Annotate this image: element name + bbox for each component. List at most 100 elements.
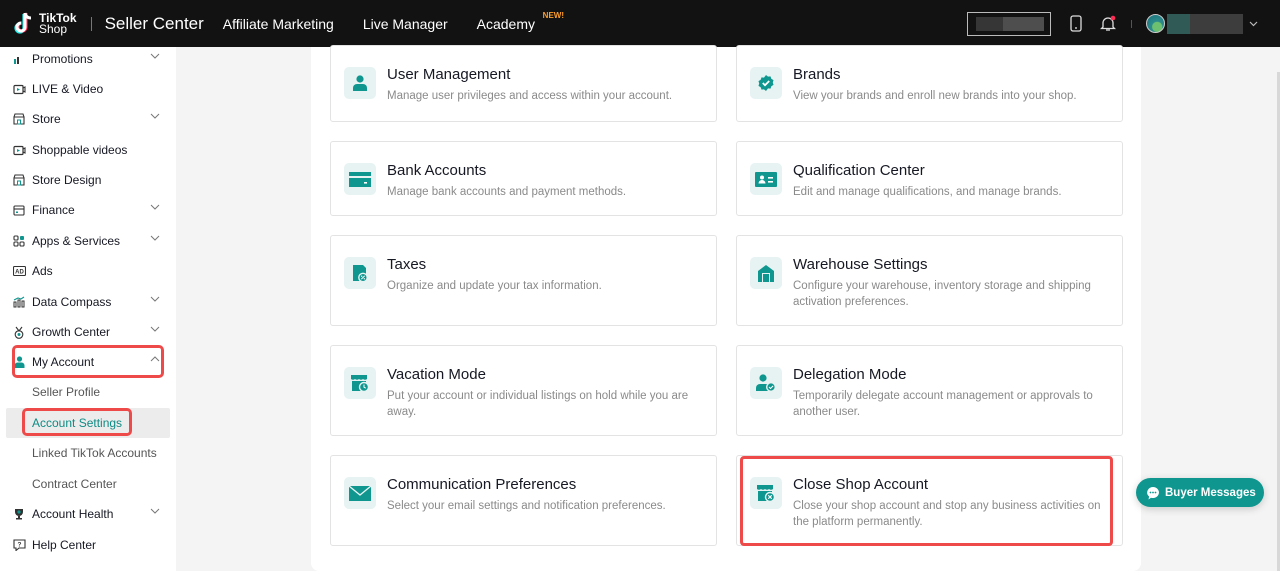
app-title[interactable]: Seller Center [105, 14, 204, 34]
envelope-icon [344, 477, 376, 509]
sidebar-item-shoppable-videos[interactable]: Shoppable videos [0, 135, 176, 165]
card-description: Put your account or individual listings … [387, 390, 689, 418]
sidebar-item-finance[interactable]: Finance [0, 195, 176, 225]
medal-icon [12, 325, 26, 339]
sidebar-item-label: Promotions [32, 52, 93, 66]
video-icon [12, 82, 26, 96]
card-title: Qualification Center [793, 162, 925, 179]
card-bank-accounts[interactable]: Bank Accounts Manage bank accounts and p… [330, 141, 717, 216]
sidebar-item-live-video[interactable]: LIVE & Video [0, 74, 176, 104]
svg-text:AD: AD [15, 270, 24, 276]
card-user-management[interactable]: User Management Manage user privileges a… [330, 45, 717, 122]
sidebar-item-data-compass[interactable]: Data Compass [0, 287, 176, 317]
sidebar-subitem-contract-center[interactable]: Contract Center [6, 469, 170, 499]
chevron-down-icon [150, 113, 160, 119]
buyer-messages-label: Buyer Messages [1165, 486, 1256, 499]
sidebar-item-label: Growth Center [32, 325, 111, 339]
tiktok-shop-logo[interactable]: TikTok Shop [12, 0, 77, 47]
new-badge: NEW! [542, 10, 564, 20]
sidebar-item-label: LIVE & Video [32, 82, 104, 96]
sidebar-item-store-design[interactable]: Store Design [0, 165, 176, 195]
store-close-icon [750, 477, 782, 509]
user-icon [12, 355, 26, 369]
sidebar-item-help-center[interactable]: ? Help Center [0, 530, 176, 560]
account-settings-panel: User Management Manage user privileges a… [311, 45, 1141, 571]
card-delegation-mode[interactable]: Delegation Mode Temporarily delegate acc… [736, 345, 1123, 436]
sidebar: Promotions LIVE & Video Store Shoppable … [0, 47, 176, 571]
sidebar-item-label: My Account [32, 355, 95, 369]
chat-bubble-icon [1146, 486, 1160, 500]
finance-icon [12, 203, 26, 217]
sidebar-item-label: Shoppable videos [32, 143, 128, 157]
card-title: Vacation Mode [387, 366, 486, 383]
sidebar-item-label: Data Compass [32, 295, 112, 309]
chevron-down-icon [150, 235, 160, 241]
sidebar-item-label: Store Design [32, 173, 102, 187]
card-description: View your brands and enroll new brands i… [793, 90, 1077, 102]
avatar[interactable] [1146, 14, 1165, 33]
store-clock-icon [344, 367, 376, 399]
chevron-down-icon [150, 204, 160, 210]
store-icon [12, 173, 26, 187]
svg-text:?: ? [17, 542, 21, 549]
card-description: Organize and update your tax information… [387, 280, 602, 292]
redacted-shop-name [976, 16, 1044, 31]
sidebar-item-label: Ads [32, 264, 53, 278]
verified-badge-icon [750, 67, 782, 99]
warehouse-icon [750, 257, 782, 289]
sidebar-item-apps-services[interactable]: Apps & Services [0, 226, 176, 256]
video-icon [12, 143, 26, 157]
sidebar-subitem-account-settings[interactable]: Account Settings [6, 408, 170, 438]
card-taxes[interactable]: Taxes Organize and update your tax infor… [330, 235, 717, 326]
sidebar-item-account-health[interactable]: Account Health [0, 499, 176, 529]
bell-icon[interactable] [1099, 15, 1117, 33]
card-title: User Management [387, 66, 511, 83]
promotions-icon [12, 52, 26, 66]
sidebar-item-my-account[interactable]: My Account [0, 347, 176, 377]
card-qualification-center[interactable]: Qualification Center Edit and manage qua… [736, 141, 1123, 216]
redacted-account-name[interactable] [1167, 13, 1243, 34]
nav-academy[interactable]: Academy NEW! [477, 11, 564, 32]
apps-icon [12, 234, 26, 248]
sidebar-item-label: Apps & Services [32, 234, 121, 248]
card-title: Bank Accounts [387, 162, 487, 179]
card-description: Configure your warehouse, inventory stor… [793, 280, 1091, 308]
card-vacation-mode[interactable]: Vacation Mode Put your account or indivi… [330, 345, 717, 436]
card-description: Select your email settings and notificat… [387, 500, 666, 512]
sidebar-item-growth-center[interactable]: Growth Center [0, 317, 176, 347]
sidebar-item-promotions[interactable]: Promotions [0, 47, 176, 74]
sidebar-item-label: Account Health [32, 507, 114, 521]
sidebar-item-label: Store [32, 112, 61, 126]
chevron-down-icon [150, 508, 160, 514]
card-title: Communication Preferences [387, 476, 577, 493]
tax-document-icon [344, 257, 376, 289]
card-description: Temporarily delegate account management … [793, 390, 1093, 418]
user-icon [344, 67, 376, 99]
nav-affiliate-marketing[interactable]: Affiliate Marketing [223, 16, 334, 32]
tiktok-logo-icon [14, 12, 32, 34]
chevron-down-icon [150, 296, 160, 302]
chevron-down-icon [150, 326, 160, 332]
mobile-icon[interactable] [1067, 15, 1085, 33]
card-close-shop-account[interactable]: Close Shop Account Close your shop accou… [736, 455, 1123, 546]
card-brands[interactable]: Brands View your brands and enroll new b… [736, 45, 1123, 122]
ads-icon: AD [12, 264, 26, 278]
top-navigation-bar: TikTok Shop Seller Center Affiliate Mark… [0, 0, 1280, 47]
card-warehouse-settings[interactable]: Warehouse Settings Configure your wareho… [736, 235, 1123, 326]
card-title: Warehouse Settings [793, 256, 928, 273]
sidebar-subitem-linked-tiktok-accounts[interactable]: Linked TikTok Accounts [6, 438, 170, 468]
card-description: Manage bank accounts and payment methods… [387, 186, 627, 198]
chevron-down-icon [150, 53, 160, 59]
nav-live-manager[interactable]: Live Manager [363, 16, 448, 32]
credit-card-icon [344, 163, 376, 195]
chart-icon [12, 295, 26, 309]
sidebar-item-ads[interactable]: AD Ads [0, 256, 176, 286]
sidebar-item-store[interactable]: Store [0, 104, 176, 134]
card-communication-preferences[interactable]: Communication Preferences Select your em… [330, 455, 717, 546]
shop-switcher[interactable] [967, 11, 1051, 36]
buyer-messages-button[interactable]: Buyer Messages [1136, 478, 1264, 507]
id-card-icon [750, 163, 782, 195]
chevron-down-icon[interactable] [1249, 21, 1258, 27]
card-title: Brands [793, 66, 841, 83]
sidebar-subitem-seller-profile[interactable]: Seller Profile [6, 377, 170, 407]
